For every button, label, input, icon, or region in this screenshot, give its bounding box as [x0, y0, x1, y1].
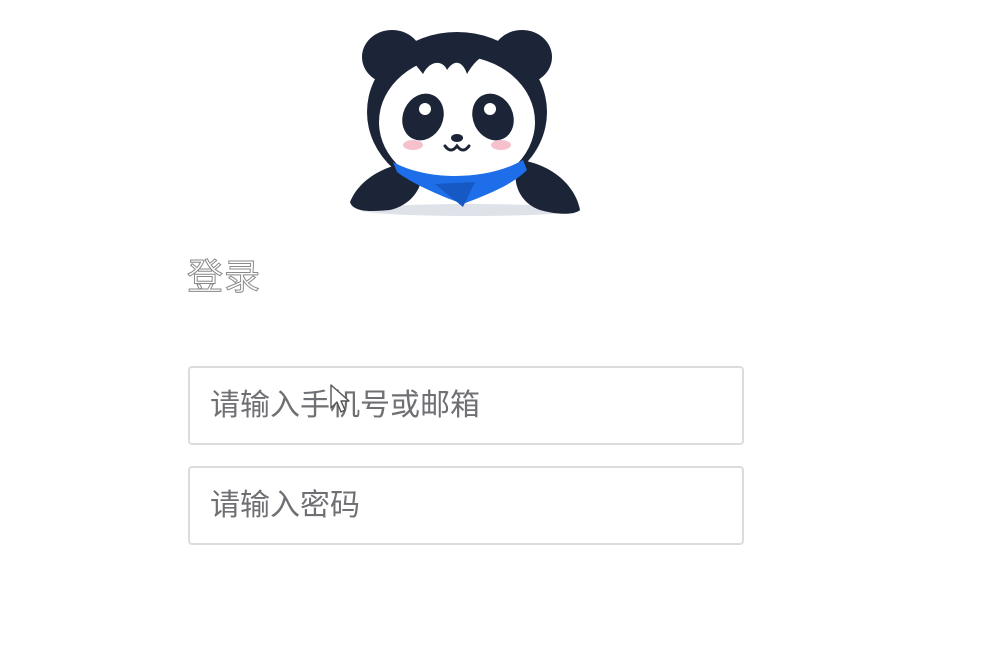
account-field-wrapper [188, 366, 744, 445]
login-page: 登录 [0, 0, 1000, 668]
panda-mascot-icon [350, 30, 580, 216]
password-field-wrapper [188, 466, 744, 545]
page-title: 登录 [186, 257, 262, 299]
password-input[interactable] [190, 468, 742, 543]
account-input[interactable] [190, 368, 742, 443]
